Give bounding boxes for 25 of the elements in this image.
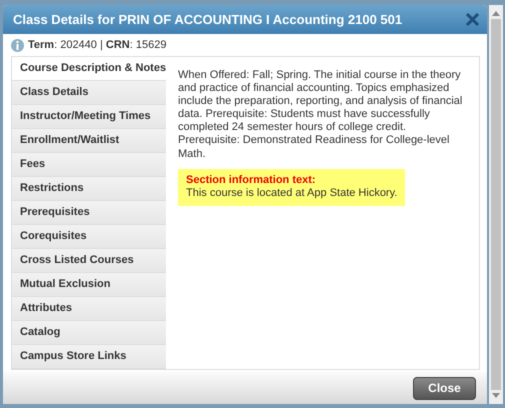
scroll-up-icon[interactable]: [492, 11, 500, 16]
nav-tab[interactable]: Instructor/Meeting Times: [12, 104, 166, 129]
nav-tab[interactable]: Class Details: [12, 80, 166, 105]
nav-tab[interactable]: Course Description & Notes: [12, 56, 166, 81]
nav-tab[interactable]: Mutual Exclusion: [12, 272, 166, 297]
section-info-heading: Section information text:: [186, 174, 317, 187]
scroll-thumb[interactable]: [491, 19, 501, 390]
dialog-title: Class Details for PRIN OF ACCOUNTING I Accounting 2100 501: [13, 10, 402, 29]
close-button[interactable]: Close: [413, 376, 476, 400]
nav-tab[interactable]: Corequisites: [12, 224, 166, 249]
nav-tab[interactable]: Restrictions: [12, 176, 166, 201]
term-crn-text: Term: 202440 | CRN: 15629: [28, 38, 166, 53]
nav-tab[interactable]: Catalog: [12, 320, 166, 345]
scroll-down-icon[interactable]: [492, 393, 500, 398]
info-icon: [11, 38, 24, 52]
scrollbar[interactable]: [489, 5, 503, 404]
close-icon[interactable]: [466, 13, 479, 26]
nav-tab[interactable]: Campus Store Links: [12, 344, 166, 369]
nav-tab[interactable]: Fees: [12, 152, 166, 177]
nav-tab[interactable]: Prerequisites: [12, 200, 166, 225]
nav-tab[interactable]: Attributes: [12, 296, 166, 321]
section-info-text: This course is located at App State Hickory.: [186, 187, 398, 200]
course-description: When Offered: Fall; Spring. The initial course in the theory and practice of financial accounting. Topics emphasized include the preparation, reporting, and analysis of financial data. Prerequisite: Students must have successfully completed 24 semester hours of college credit. Prerequisite: Demonstrated Readiness for College-level Math.: [178, 68, 464, 161]
nav-tab[interactable]: Cross Listed Courses: [12, 248, 166, 273]
nav-tab[interactable]: Enrollment/Waitlist: [12, 128, 166, 153]
